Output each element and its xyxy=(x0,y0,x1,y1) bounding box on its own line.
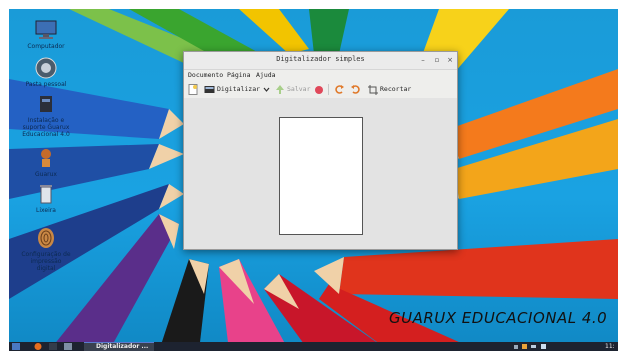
taskbar: Digitalizador ... 11: xyxy=(9,342,618,351)
desktop-icon-label: Guarux xyxy=(35,171,57,178)
save-label: Salvar xyxy=(287,85,311,93)
clock[interactable]: 11: xyxy=(605,342,615,351)
desktop-icon-fingerprint[interactable]: Configuração de impressão digital xyxy=(13,227,79,272)
stop-icon xyxy=(315,85,323,94)
save-icon xyxy=(276,85,284,94)
save-button[interactable]: Salvar xyxy=(275,84,310,95)
crop-label: Recortar xyxy=(380,85,412,93)
desktop-icon-label: Computador xyxy=(27,43,65,50)
mascot-icon xyxy=(33,147,59,169)
terminal-icon[interactable] xyxy=(49,343,57,350)
toolbar: Digitalizar Salvar Recortar xyxy=(184,81,457,99)
fingerprint-icon xyxy=(33,227,59,249)
crop-button[interactable]: Recortar xyxy=(368,84,411,95)
trash-icon xyxy=(33,183,59,205)
new-document-button[interactable] xyxy=(188,84,198,95)
toolbar-separator xyxy=(328,84,329,95)
minimize-button[interactable]: – xyxy=(418,55,428,65)
rotate-right-icon xyxy=(351,85,360,94)
desktop-icon-computer[interactable]: Computador xyxy=(13,19,79,50)
window-titlebar[interactable]: Digitalizador simples – ▫ × xyxy=(184,52,457,70)
close-button[interactable]: × xyxy=(445,55,455,65)
scan-options-dropdown[interactable] xyxy=(263,84,270,95)
scan-area xyxy=(184,98,457,249)
window-title: Digitalizador simples xyxy=(276,55,365,63)
taskbar-window-label: Digitalizador ... xyxy=(96,343,149,350)
menu-pagina[interactable]: Página xyxy=(227,71,250,79)
scanner-icon xyxy=(204,86,215,93)
rotate-left-button[interactable] xyxy=(334,84,345,95)
desktop-icon-support[interactable]: Instalação e suporte Guarux Educacional … xyxy=(13,93,79,138)
system-tray-icons[interactable] xyxy=(514,343,554,350)
desktop-icon-label: Configuração de impressão digital xyxy=(21,251,71,272)
files-icon[interactable] xyxy=(64,343,72,350)
scan-button[interactable]: Digitalizar xyxy=(204,84,260,95)
page-preview[interactable] xyxy=(279,117,363,235)
desktop-icon-label: Lixeira xyxy=(36,207,56,214)
firefox-icon[interactable] xyxy=(34,343,42,350)
taskbar-window-button[interactable]: Digitalizador ... xyxy=(84,342,154,351)
chevron-down-icon xyxy=(263,87,270,92)
new-document-icon xyxy=(188,84,198,95)
stop-button[interactable] xyxy=(314,84,324,95)
scan-label: Digitalizar xyxy=(217,85,261,93)
app-menu-icon[interactable] xyxy=(12,343,20,350)
maximize-button[interactable]: ▫ xyxy=(432,55,442,65)
desktop-icon-trash[interactable]: Lixeira xyxy=(13,183,79,214)
brand-watermark: GUARUX EDUCACIONAL 4.0 xyxy=(389,309,608,327)
scanner-window[interactable]: Digitalizador simples – ▫ × Documento Pá… xyxy=(183,51,458,250)
desktop-icon-label: Pasta pessoal xyxy=(25,81,67,88)
crop-icon xyxy=(368,84,378,95)
rotate-left-icon xyxy=(335,85,344,94)
desktop-icon-home[interactable]: Pasta pessoal xyxy=(13,57,79,88)
menubar: Documento Página Ajuda xyxy=(184,70,457,81)
rotate-right-button[interactable] xyxy=(350,84,361,95)
menu-documento[interactable]: Documento xyxy=(188,71,223,79)
desktop-icon-guarux[interactable]: Guarux xyxy=(13,147,79,178)
tools-icon xyxy=(33,93,59,115)
desktop-icon-label: Instalação e suporte Guarux Educacional … xyxy=(22,117,70,138)
menu-ajuda[interactable]: Ajuda xyxy=(256,71,276,79)
desktop: Computador Pasta pessoal Instalação e su… xyxy=(9,9,618,351)
computer-icon xyxy=(33,19,59,41)
home-folder-icon xyxy=(33,57,59,79)
